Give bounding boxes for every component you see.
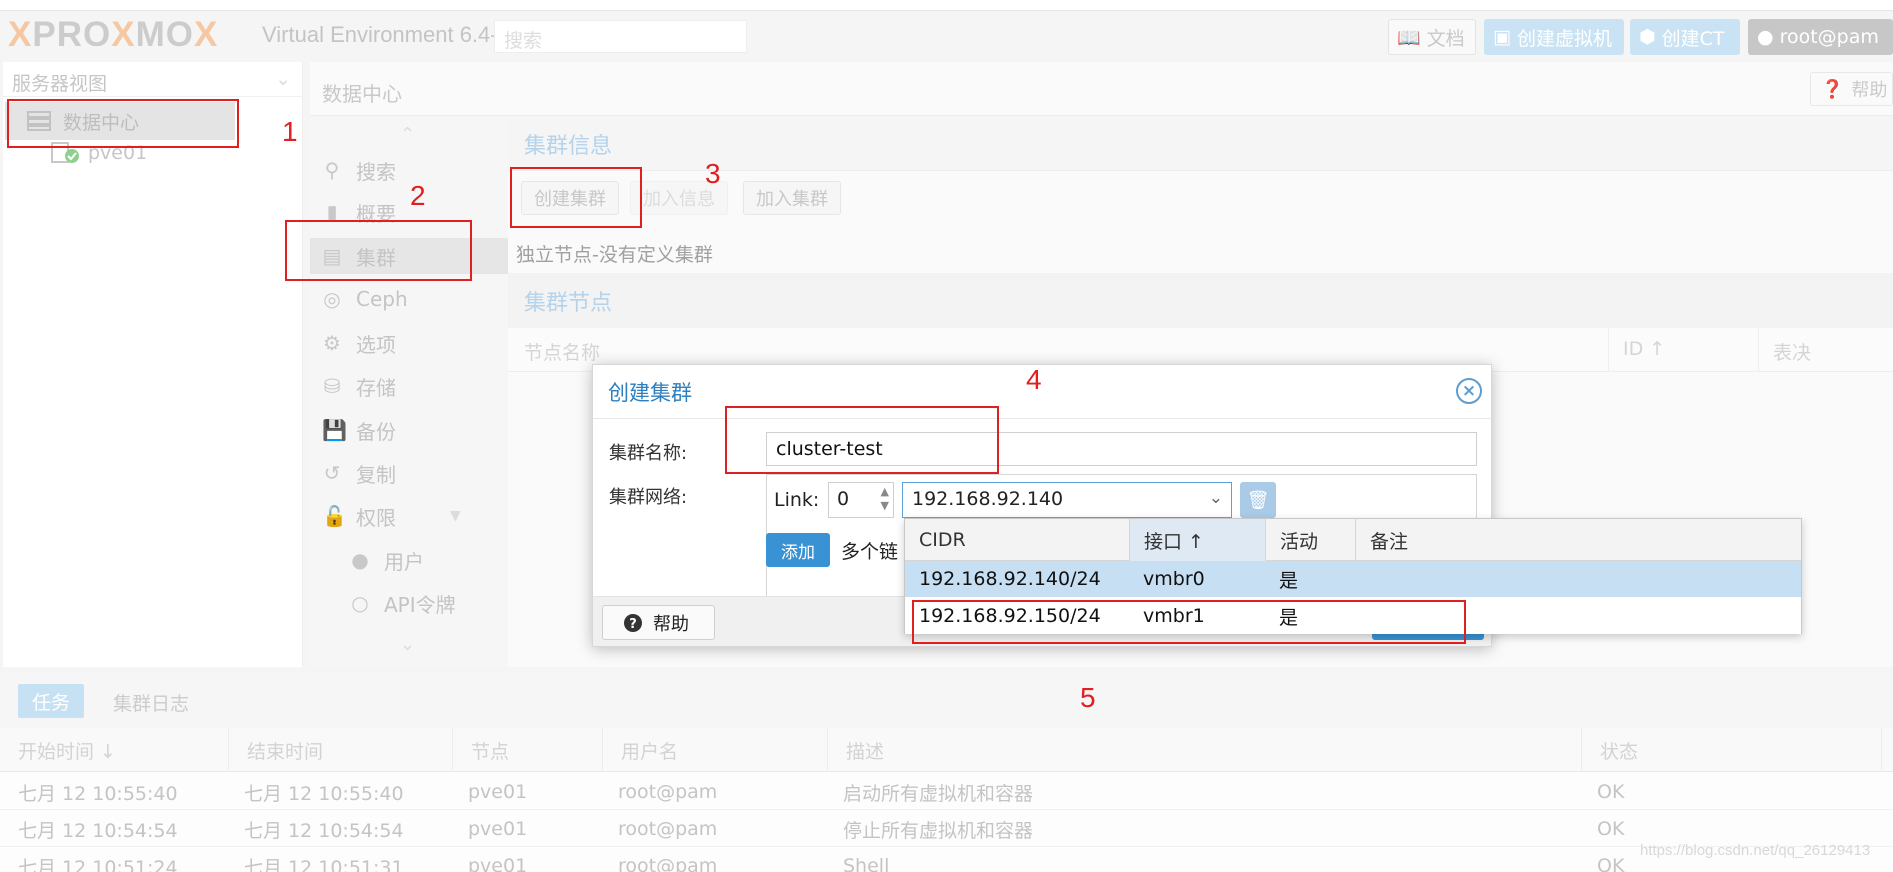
user-outline-icon: ○	[351, 591, 369, 615]
column-node[interactable]: 节点	[453, 728, 603, 772]
panel-title: 数据中心	[322, 82, 402, 106]
task-row[interactable]: 七月 12 10:55:40 七月 12 10:55:40 pve01 root…	[0, 774, 1893, 810]
annotation-box-2	[285, 220, 472, 281]
nav-item-ceph[interactable]: ◎ Ceph	[322, 281, 502, 317]
top-strip	[0, 0, 1893, 11]
search-input[interactable]: 搜索	[494, 20, 747, 53]
chevron-down-icon[interactable]: ⌄	[400, 634, 415, 655]
task-tab-bar	[0, 672, 1893, 728]
dialog-help-button[interactable]: ? 帮助	[602, 605, 715, 640]
watermark: https://blog.csdn.net/qq_26129413	[1640, 842, 1871, 859]
tab-cluster-log[interactable]: 集群日志	[113, 689, 189, 716]
multi-link-hint: 多个链	[841, 541, 899, 563]
book-icon: 📖	[1397, 26, 1421, 49]
standalone-text: 独立节点-没有定义集群	[516, 244, 713, 266]
gear-icon: ⚙	[323, 331, 341, 355]
task-row[interactable]: 七月 12 10:51:24 七月 12 10:51:31 pve01 root…	[0, 848, 1893, 872]
resource-tree	[3, 62, 303, 667]
close-icon[interactable]: ×	[1456, 378, 1482, 404]
column-user[interactable]: 用户名	[603, 728, 828, 772]
task-grid-header: 开始时间 ↓ 结束时间 节点 用户名 描述 状态	[0, 728, 1893, 772]
nav-item-permissions[interactable]: 🔓 权限 ▼	[322, 498, 502, 534]
annotation-number-3: 3	[705, 158, 721, 189]
task-row[interactable]: 七月 12 10:54:54 七月 12 10:54:54 pve01 root…	[0, 811, 1893, 847]
add-link-button[interactable]: 添加	[766, 533, 830, 567]
panel-header	[310, 62, 1893, 116]
annotation-box-3	[510, 167, 642, 228]
retweet-icon: ↺	[323, 461, 341, 485]
annotation-number-4: 4	[1026, 364, 1042, 395]
search-icon: ⚲	[324, 158, 340, 182]
cluster-network-label: 集群网络:	[609, 487, 688, 508]
unlock-icon: 🔓	[322, 504, 347, 528]
nav-item-api-tokens[interactable]: ○ API令牌	[350, 585, 530, 621]
docs-button[interactable]: 📖 文档	[1388, 19, 1476, 55]
cluster-nodes-title: 集群节点	[524, 291, 613, 316]
trash-icon[interactable]: 🗑	[1240, 482, 1276, 518]
caret-down-icon: ▼	[450, 508, 461, 524]
nav-item-replication[interactable]: ↺ 复制	[322, 455, 502, 491]
user-icon: ●	[1757, 26, 1774, 48]
database-icon: ⛁	[323, 374, 341, 398]
chevron-down-icon[interactable]: ⌄	[1209, 488, 1223, 508]
create-vm-button[interactable]: ▣ 创建虚拟机	[1484, 19, 1624, 55]
ceph-icon: ◎	[323, 287, 341, 311]
link-number-stepper[interactable]: 0 ▲ ▼	[828, 482, 894, 518]
column-node-name[interactable]: 节点名称	[524, 338, 600, 365]
create-ct-button[interactable]: ⬢ 创建CT	[1630, 19, 1740, 55]
column-status[interactable]: 状态	[1582, 728, 1882, 772]
tree-view-selector[interactable]: 服务器视图 ⌄	[3, 64, 303, 97]
chevron-down-icon: ⌄	[275, 68, 291, 90]
join-cluster-button[interactable]: 加入集群	[743, 181, 841, 215]
column-description[interactable]: 描述	[828, 728, 1582, 772]
link-label: Link:	[774, 489, 820, 511]
picker-column-interface[interactable]: 接口 ↑	[1130, 519, 1266, 561]
column-end-time[interactable]: 结束时间	[229, 728, 453, 772]
column-votes[interactable]: 表决	[1758, 328, 1825, 372]
dialog-title: 创建集群	[608, 381, 692, 405]
question-icon: ❓	[1821, 78, 1844, 100]
monitor-icon: ▣	[1493, 26, 1511, 48]
picker-header: CIDR 接口 ↑ 活动 备注	[905, 519, 1801, 561]
nav-item-options[interactable]: ⚙ 选项	[322, 325, 502, 361]
nav-item-users[interactable]: ● 用户	[350, 542, 530, 578]
column-start-time[interactable]: 开始时间 ↓	[0, 728, 229, 772]
annotation-box-1	[7, 99, 239, 148]
cube-icon: ⬢	[1639, 26, 1656, 48]
tab-tasks[interactable]: 任务	[18, 684, 84, 718]
nav-item-backup[interactable]: 💾 备份	[322, 412, 502, 448]
spinner-icon[interactable]: ▲ ▼	[881, 485, 889, 513]
annotation-box-4	[725, 406, 999, 474]
nav-item-storage[interactable]: ⛁ 存储	[322, 368, 502, 404]
annotation-number-5: 5	[1080, 682, 1096, 713]
picker-row[interactable]: 192.168.92.140/24 vmbr0 是	[905, 561, 1801, 597]
cluster-name-label: 集群名称:	[609, 443, 688, 464]
picker-column-active[interactable]: 活动	[1266, 519, 1356, 561]
column-id[interactable]: ID ↑	[1608, 328, 1679, 372]
version-label: Virtual Environment 6.4-4	[262, 22, 510, 47]
picker-column-comment[interactable]: 备注	[1356, 519, 1801, 561]
panel-help-button[interactable]: ❓ 帮助	[1810, 72, 1893, 106]
user-menu-button[interactable]: ● root@pam	[1748, 19, 1893, 55]
cluster-info-title: 集群信息	[524, 134, 613, 159]
floppy-icon: 💾	[322, 418, 347, 442]
svg-text:?: ?	[629, 617, 637, 632]
chevron-up-icon[interactable]: ⌃	[400, 124, 415, 145]
link-address-combobox[interactable]: 192.168.92.140 ⌄	[902, 482, 1232, 518]
annotation-box-picker	[912, 600, 1466, 644]
annotation-number-2: 2	[410, 180, 426, 211]
proxmox-logo: XPROXMOX	[8, 15, 219, 54]
picker-column-cidr[interactable]: CIDR	[905, 519, 1130, 561]
user-icon: ●	[351, 548, 369, 572]
cluster-nodes-section: 集群节点	[508, 273, 1893, 328]
annotation-number-1: 1	[282, 116, 298, 147]
question-icon: ?	[624, 613, 642, 632]
